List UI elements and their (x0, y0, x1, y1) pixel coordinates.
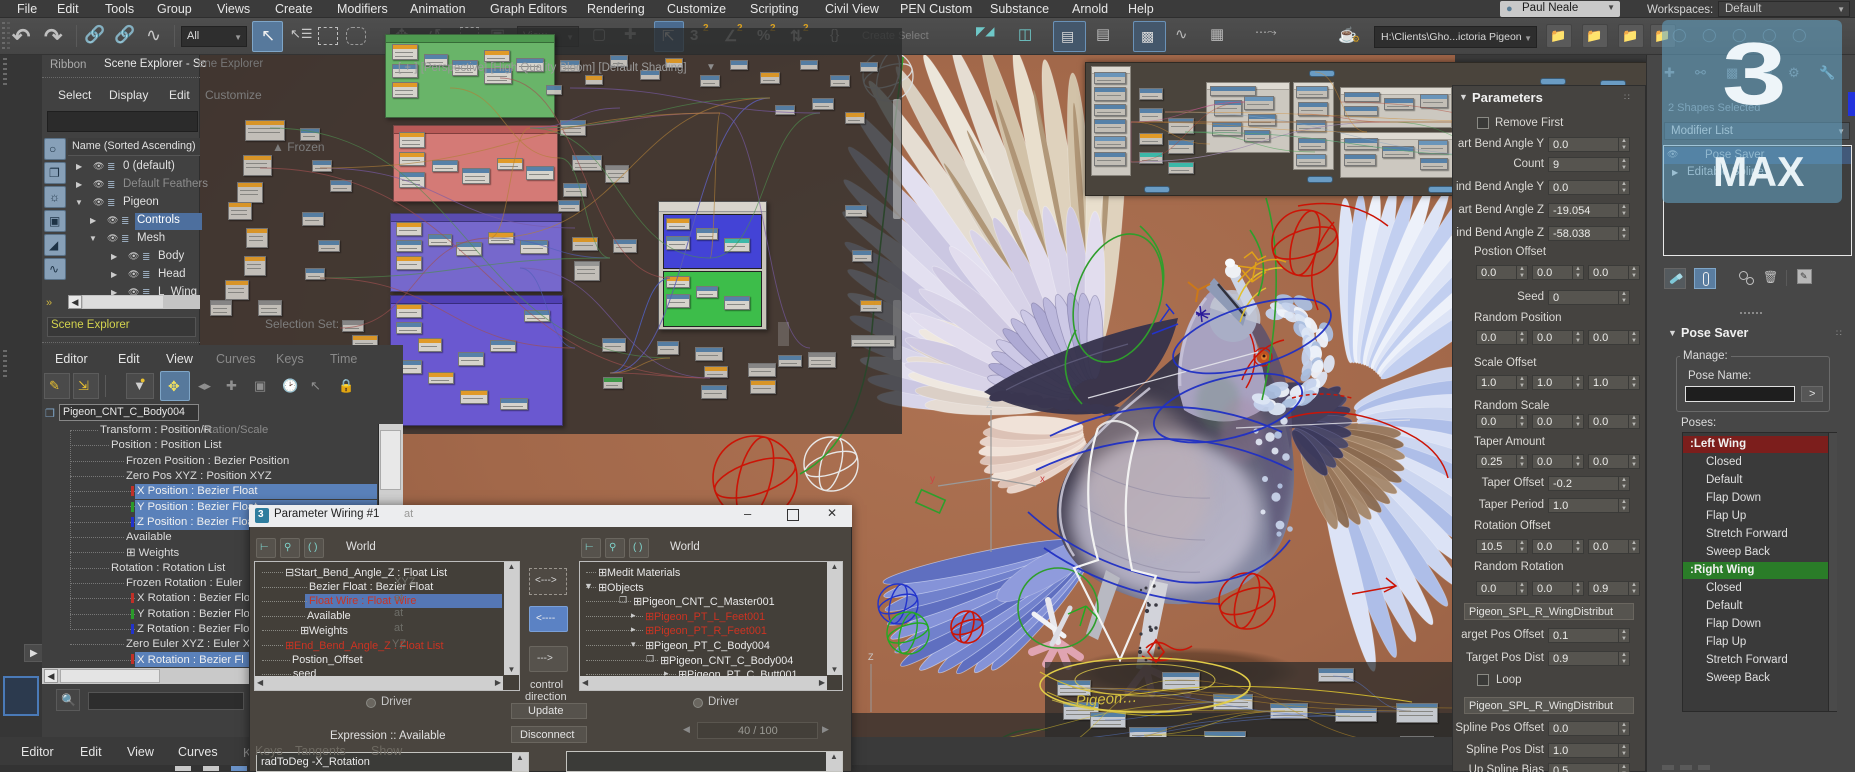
svg-text:Pigeon…: Pigeon… (1075, 689, 1138, 710)
